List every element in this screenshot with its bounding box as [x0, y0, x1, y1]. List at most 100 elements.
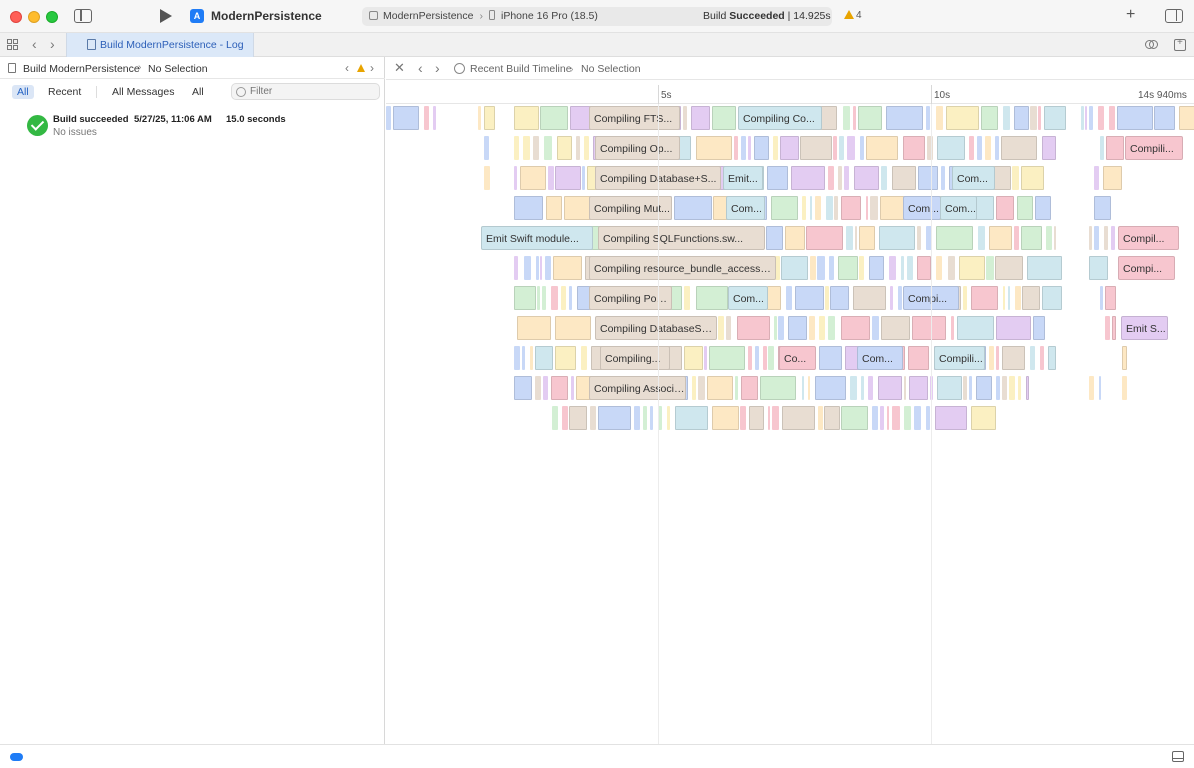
timeline-short-task[interactable]: [424, 106, 429, 130]
timeline-short-task[interactable]: [634, 406, 640, 430]
timeline-short-task[interactable]: [917, 256, 931, 280]
timeline-short-task[interactable]: [1008, 286, 1010, 310]
build-log-entry[interactable]: Build succeeded 5/27/25, 11:06 AM 15.0 s…: [0, 109, 385, 143]
timeline-short-task[interactable]: [843, 106, 850, 130]
timeline-short-task[interactable]: [887, 406, 889, 430]
timeline-short-task[interactable]: [841, 316, 870, 340]
timeline-short-task[interactable]: [839, 136, 844, 160]
timeline-task[interactable]: Compiling Pool....: [589, 286, 672, 310]
timeline-short-task[interactable]: [808, 376, 810, 400]
timeline-short-task[interactable]: [667, 406, 670, 430]
timeline-short-task[interactable]: [582, 166, 585, 190]
timeline-short-task[interactable]: [1035, 196, 1051, 220]
timeline-task[interactable]: Compiling DatabaseSnaps...: [595, 316, 717, 340]
timeline-short-task[interactable]: [985, 136, 991, 160]
timeline-short-task[interactable]: [971, 286, 998, 310]
timeline-short-task[interactable]: [1012, 166, 1019, 190]
timeline-short-task[interactable]: [918, 166, 938, 190]
timeline-short-task[interactable]: [771, 196, 798, 220]
timeline-short-task[interactable]: [393, 106, 419, 130]
timeline-short-task[interactable]: [937, 376, 962, 400]
timeline-short-task[interactable]: [718, 316, 724, 340]
timeline-task[interactable]: Com...: [857, 346, 903, 370]
next-issue-icon[interactable]: ›: [370, 61, 374, 75]
timeline-task[interactable]: Compiling Op...: [595, 136, 680, 160]
timeline-short-task[interactable]: [819, 346, 842, 370]
timeline-short-task[interactable]: [996, 376, 1000, 400]
timeline-short-task[interactable]: [1081, 106, 1084, 130]
timeline-short-task[interactable]: [535, 376, 541, 400]
timeline-short-task[interactable]: [951, 316, 954, 340]
timeline-short-task[interactable]: [969, 376, 972, 400]
timeline-short-task[interactable]: [514, 196, 543, 220]
timeline-short-task[interactable]: [545, 256, 551, 280]
timeline-short-task[interactable]: [552, 406, 558, 430]
timeline-short-task[interactable]: [872, 406, 878, 430]
timeline-short-task[interactable]: [907, 256, 913, 280]
timeline-short-task[interactable]: [926, 406, 930, 430]
timeline-short-task[interactable]: [523, 136, 530, 160]
timeline-short-task[interactable]: [936, 226, 973, 250]
timeline-short-task[interactable]: [1104, 226, 1108, 250]
timeline-short-task[interactable]: [684, 286, 690, 310]
timeline-short-task[interactable]: [683, 106, 687, 130]
timeline-short-task[interactable]: [1003, 286, 1005, 310]
filter-input[interactable]: [231, 83, 380, 100]
timeline-short-task[interactable]: [576, 136, 580, 160]
timeline-short-task[interactable]: [969, 136, 974, 160]
timeline-task[interactable]: Compi...: [1118, 256, 1175, 280]
timeline-short-task[interactable]: [561, 286, 566, 310]
timeline-short-task[interactable]: [870, 196, 878, 220]
timeline-short-task[interactable]: [781, 256, 808, 280]
timeline-short-task[interactable]: [974, 196, 994, 220]
timeline-short-task[interactable]: [533, 136, 539, 160]
timeline-short-task[interactable]: [1003, 106, 1010, 130]
timeline-short-task[interactable]: [712, 406, 739, 430]
timeline-short-task[interactable]: [1017, 196, 1033, 220]
timeline-short-task[interactable]: [696, 286, 728, 310]
timeline-short-task[interactable]: [643, 406, 647, 430]
timeline-short-task[interactable]: [912, 316, 946, 340]
timeline-short-task[interactable]: [853, 286, 886, 310]
timeline-short-task[interactable]: [989, 226, 1012, 250]
timeline-short-task[interactable]: [535, 346, 553, 370]
timeline-short-task[interactable]: [815, 376, 846, 400]
timeline-short-task[interactable]: [844, 166, 849, 190]
timeline-short-task[interactable]: [734, 136, 738, 160]
code-review-icon[interactable]: [1145, 39, 1158, 50]
timeline-task[interactable]: Co...: [779, 346, 816, 370]
timeline-short-task[interactable]: [810, 196, 812, 220]
timeline-short-task[interactable]: [1103, 166, 1122, 190]
timeline-short-task[interactable]: [860, 136, 864, 160]
inspector-toggle-icon[interactable]: [1165, 9, 1183, 23]
crumb-build-root[interactable]: Build ModernPersistence: [23, 63, 140, 75]
timeline-short-task[interactable]: [778, 316, 784, 340]
timeline-short-task[interactable]: [696, 136, 732, 160]
timeline-short-task[interactable]: [828, 316, 835, 340]
scheme-selector[interactable]: ModernPersistence ›: [369, 10, 483, 22]
timeline-short-task[interactable]: [692, 376, 696, 400]
timeline-short-task[interactable]: [1022, 286, 1040, 310]
timeline-short-task[interactable]: [740, 406, 746, 430]
timeline-short-task[interactable]: [1089, 226, 1092, 250]
timeline-short-task[interactable]: [788, 316, 807, 340]
timeline-short-task[interactable]: [540, 256, 542, 280]
timeline-short-task[interactable]: [484, 106, 495, 130]
timeline-short-task[interactable]: [684, 346, 703, 370]
previous-issue-icon[interactable]: ‹: [345, 61, 349, 75]
add-editor-icon[interactable]: [1174, 37, 1186, 51]
timeline-short-task[interactable]: [996, 346, 999, 370]
timeline-short-task[interactable]: [514, 106, 539, 130]
timeline-short-task[interactable]: [542, 286, 546, 310]
timeline-short-task[interactable]: [763, 346, 767, 370]
tab-build-log[interactable]: Build ModernPersistence - Log: [66, 33, 254, 57]
timeline-short-task[interactable]: [536, 256, 539, 280]
timeline-short-task[interactable]: [1089, 106, 1093, 130]
timeline-short-task[interactable]: [1105, 286, 1116, 310]
timeline-short-task[interactable]: [514, 256, 518, 280]
timeline-short-task[interactable]: [996, 196, 1014, 220]
timeline-short-task[interactable]: [548, 166, 554, 190]
timeline-short-task[interactable]: [1100, 136, 1104, 160]
timeline-short-task[interactable]: [726, 316, 731, 340]
timeline-short-task[interactable]: [1009, 376, 1015, 400]
